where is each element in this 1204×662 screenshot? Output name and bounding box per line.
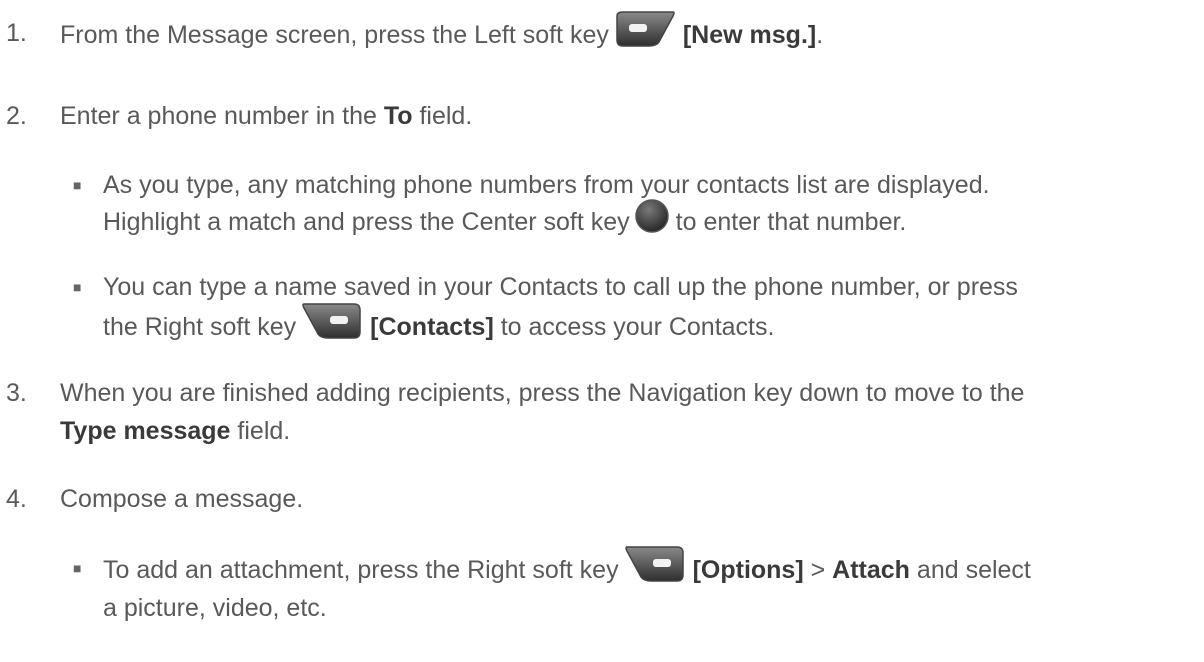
bullet-text: the Right soft key [Contacts] to access …	[103, 303, 774, 347]
bullet-text: You can type a name saved in your Contac…	[103, 273, 1018, 301]
bullet-text: To add an attachment, press the Right so…	[103, 546, 1031, 590]
right-soft-key-icon	[623, 545, 687, 590]
step-number: 4.	[6, 485, 27, 513]
bullet-marker: ■	[73, 560, 82, 576]
bullet-marker: ■	[73, 177, 82, 193]
step-text: Compose a message.	[60, 485, 304, 513]
right-soft-key-icon	[300, 302, 364, 347]
bullet-text: As you type, any matching phone numbers …	[103, 171, 990, 199]
step-number: 3.	[6, 379, 27, 407]
step-text: From the Message screen, press the Left …	[60, 11, 823, 55]
center-soft-key-icon	[634, 198, 670, 241]
step-text: When you are finished adding recipients,…	[60, 379, 1025, 407]
bullet-text: Highlight a match and press the Center s…	[103, 199, 906, 241]
step-number: 2.	[6, 102, 27, 130]
step-number: 1.	[6, 19, 27, 47]
left-soft-key-icon	[613, 10, 677, 55]
step-text: Enter a phone number in the To field.	[60, 102, 473, 130]
bullet-marker: ■	[73, 279, 82, 295]
bullet-text: a picture, video, etc.	[103, 594, 327, 622]
step-text: Type message field.	[60, 417, 291, 445]
